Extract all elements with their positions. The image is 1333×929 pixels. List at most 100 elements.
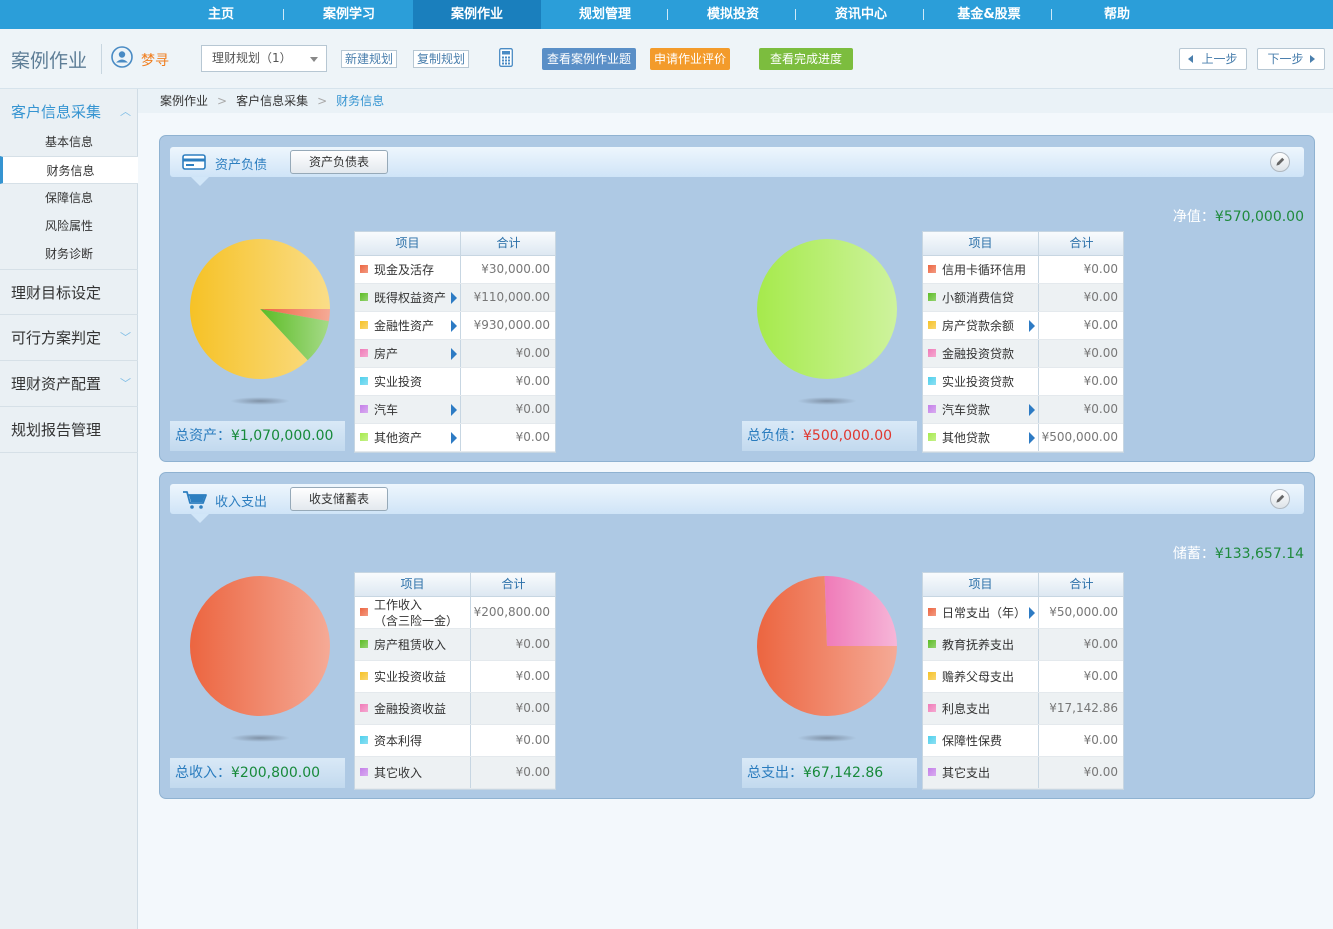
table-row[interactable]: 其他资产 ¥0.00 [355,424,555,452]
column-divider [470,757,471,788]
chevron-down-icon [310,57,318,62]
view-progress-button[interactable]: 查看完成进度 [759,48,853,70]
column-header-total: 合计 [1069,577,1094,591]
table-row[interactable]: 金融投资收益 ¥0.00 [355,693,555,725]
row-label: 小额消费信贷 [942,291,1015,305]
table-row[interactable]: 其它收入 ¥0.00 [355,757,555,789]
plan-select[interactable]: 理财规划（1） [201,45,327,72]
next-step-label: 下一步 [1267,52,1304,66]
table-row[interactable]: 实业投资贷款 ¥0.00 [923,368,1123,396]
total-assets-label: 总资产： [175,428,231,444]
nav-help[interactable]: 帮助 [1053,0,1181,29]
table-row[interactable]: 实业投资 ¥0.00 [355,368,555,396]
table-row[interactable]: 房产租赁收入 ¥0.00 [355,629,555,661]
savings-summary: 储蓄：¥133,657.14 [1173,543,1304,563]
table-row[interactable]: 保障性保费 ¥0.00 [923,725,1123,757]
nav-news-center[interactable]: 资讯中心 [797,0,925,29]
prev-step-button[interactable]: 上一步 [1179,48,1247,70]
column-divider [470,661,471,692]
table-row[interactable]: 房产贷款余额 ¥0.00 [923,312,1123,340]
view-questions-button[interactable]: 查看案例作业题 [542,48,636,70]
legend-swatch [360,321,368,329]
table-row[interactable]: 汽车 ¥0.00 [355,396,555,424]
expand-arrow-icon[interactable] [1029,607,1035,619]
table-row[interactable]: 其它支出 ¥0.00 [923,757,1123,789]
sidebar-item-basic-info[interactable]: 基本信息 [0,128,138,156]
sidebar-group-asset-allocation[interactable]: 理财资产配置 ﹀ [0,361,138,407]
chevron-down-icon: ﹀ [120,331,131,344]
column-divider [460,284,461,311]
apply-review-button[interactable]: 申请作业评价 [650,48,730,70]
table-row[interactable]: 利息支出 ¥17,142.86 [923,693,1123,725]
user-name[interactable]: 梦寻 [141,50,169,70]
nav-home[interactable]: 主页 [157,0,285,29]
expand-arrow-icon[interactable] [451,432,457,444]
cashflow-table-button[interactable]: 收支储蓄表 [290,487,388,511]
breadcrumb-item[interactable]: 案例作业 [160,94,208,108]
new-plan-button[interactable]: 新建规划 [341,50,398,68]
table-row[interactable]: 汽车贷款 ¥0.00 [923,396,1123,424]
expand-arrow-icon[interactable] [1029,404,1035,416]
table-row[interactable]: 工作收入 （含三险一金） ¥200,800.00 [355,597,555,629]
row-label: 利息支出 [942,702,991,716]
copy-plan-button[interactable]: 复制规划 [413,50,470,68]
table-row[interactable]: 信用卡循环信用 ¥0.00 [923,256,1123,284]
row-label: 其他资产 [374,431,423,445]
sidebar-item-risk-profile[interactable]: 风险属性 [0,212,138,240]
sidebar-item-financial-diagnosis[interactable]: 财务诊断 [0,240,138,268]
row-label: 资本利得 [374,734,423,748]
table-row[interactable]: 教育抚养支出 ¥0.00 [923,629,1123,661]
row-value: ¥0.00 [1083,290,1118,304]
nav-case-homework[interactable]: 案例作业 [413,0,541,29]
expand-arrow-icon[interactable] [451,348,457,360]
table-row[interactable]: 小额消费信贷 ¥0.00 [923,284,1123,312]
sidebar-item-protection-info[interactable]: 保障信息 [0,184,138,212]
expand-arrow-icon[interactable] [1029,432,1035,444]
legend-swatch [928,640,936,648]
nav-plan-management[interactable]: 规划管理 [541,0,669,29]
nav-funds-stocks[interactable]: 基金&股票 [925,0,1053,29]
expand-arrow-icon[interactable] [451,292,457,304]
balance-sheet-button[interactable]: 资产负债表 [290,150,388,174]
row-label: 既得权益资产 [374,291,447,305]
total-income: 总收入：¥200,800.00 [170,758,345,788]
table-row[interactable]: 金融投资贷款 ¥0.00 [923,340,1123,368]
table-row[interactable]: 实业投资收益 ¥0.00 [355,661,555,693]
sidebar-group-feasibility[interactable]: 可行方案判定 ﹀ [0,315,138,361]
expand-arrow-icon[interactable] [451,404,457,416]
column-header-item: 项目 [968,236,993,250]
breadcrumb-item[interactable]: 客户信息采集 [236,94,308,108]
table-row[interactable]: 金融性资产 ¥930,000.00 [355,312,555,340]
table-row[interactable]: 现金及活存 ¥30,000.00 [355,256,555,284]
edit-pencil-icon[interactable] [1270,489,1290,509]
nav-simulated-investment[interactable]: 模拟投资 [669,0,797,29]
total-assets-value: ¥1,070,000.00 [231,428,334,444]
nav-case-study[interactable]: 案例学习 [285,0,413,29]
table-row[interactable]: 既得权益资产 ¥110,000.00 [355,284,555,312]
user-icon[interactable] [111,46,133,68]
arrow-left-icon [1188,55,1194,63]
calculator-icon[interactable] [499,48,513,67]
sidebar-group-report-management[interactable]: 规划报告管理 [0,407,138,453]
table-row[interactable]: 资本利得 ¥0.00 [355,725,555,757]
row-label: 金融性资产 [374,319,435,333]
column-divider [1038,232,1039,255]
pie-shadow [797,734,857,742]
edit-pencil-icon[interactable] [1270,152,1290,172]
table-row[interactable]: 赡养父母支出 ¥0.00 [923,661,1123,693]
sidebar-group-label: 理财目标设定 [11,284,102,302]
table-row[interactable]: 日常支出（年） ¥50,000.00 [923,597,1123,629]
sidebar-item-financial-info[interactable]: 财务信息 [0,156,138,184]
total-assets: 总资产：¥1,070,000.00 [170,421,345,451]
total-expense: 总支出：¥67,142.86 [742,758,917,788]
sidebar-group-goal-setting[interactable]: 理财目标设定 [0,269,138,315]
pie-slice [824,576,897,646]
nav-separator [283,9,284,20]
table-row[interactable]: 房产 ¥0.00 [355,340,555,368]
expand-arrow-icon[interactable] [1029,320,1035,332]
row-value: ¥0.00 [1083,262,1118,276]
expand-arrow-icon[interactable] [451,320,457,332]
table-row[interactable]: 其他贷款 ¥500,000.00 [923,424,1123,452]
next-step-button[interactable]: 下一步 [1257,48,1325,70]
row-label: 实业投资贷款 [942,375,1015,389]
